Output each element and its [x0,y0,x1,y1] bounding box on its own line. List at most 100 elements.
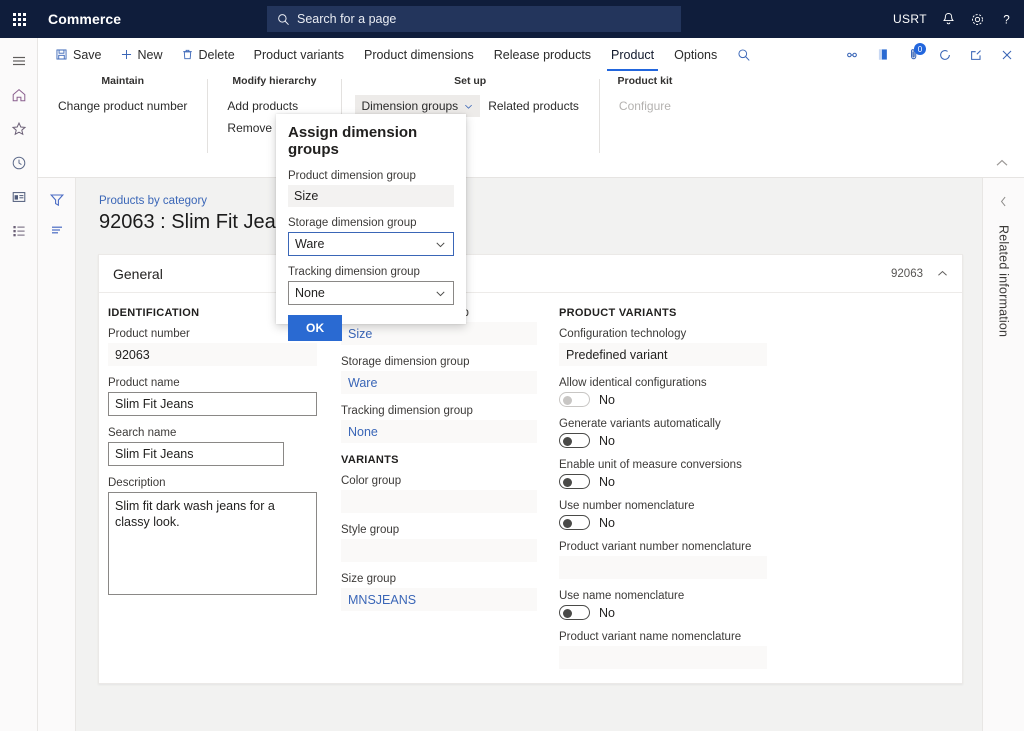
assign-dimension-groups-dialog: Assign dimension groups Product dimensio… [276,114,466,324]
use-number-nomenclature-toggle[interactable] [559,515,590,530]
chevron-left-icon[interactable] [998,195,1009,213]
save-button[interactable]: Save [46,38,111,71]
product-name-input[interactable] [108,392,317,416]
link-icon[interactable] [845,48,859,62]
enable-unit-of-measure-conversions-label: Enable unit of measure conversions [559,459,767,471]
brand-title: Commerce [48,11,121,27]
generate-variants-automatically-toggle[interactable] [559,433,590,448]
app-root: Commerce Search for a page USRT ? [0,0,1024,731]
tab-label: Product dimensions [364,48,474,62]
help-icon[interactable]: ? [999,12,1014,27]
use-name-nomenclature-label: Use name nomenclature [559,590,767,602]
list-view-icon[interactable] [49,222,65,238]
dialog-storage-dimension-group-select[interactable]: Ware [288,232,454,256]
dialog-ok-button[interactable]: OK [288,315,342,341]
allow-identical-configurations-toggle [559,392,590,407]
description-label: Description [108,477,317,489]
search-name-input[interactable] [108,442,284,466]
description-textarea[interactable] [108,492,317,595]
action-pane-search-button[interactable] [727,38,761,71]
variants-section-title: VARIANTS [341,454,537,466]
color-group-value[interactable] [341,490,537,513]
filter-rail [38,178,76,731]
group-title: Maintain [52,75,193,87]
action-pane-right-icons: 0 [845,38,1014,71]
color-group-field: Color group [341,475,537,513]
favorites-star-icon[interactable] [0,112,38,146]
use-name-nomenclature-toggle[interactable] [559,605,590,620]
chevron-down-icon [434,287,447,300]
page-title: 92063 : Slim Fit Jeans [99,211,982,234]
trash-icon [181,48,194,61]
chevron-down-icon [463,101,474,112]
product-number-label: Product number [108,328,317,340]
product-variant-number-nomenclature-field: Product variant number nomenclature [559,541,767,579]
use-number-nomenclature-label: Use number nomenclature [559,500,767,512]
recent-clock-icon[interactable] [0,146,38,180]
company-selector[interactable]: USRT [893,12,927,26]
app-launcher-icon[interactable] [0,0,38,38]
product-variants-section-title: PRODUCT VARIANTS [559,307,767,319]
style-group-value[interactable] [341,539,537,562]
allow-identical-configurations-label: Allow identical configurations [559,377,767,389]
enable-unit-of-measure-conversions-field: Enable unit of measure conversions No [559,459,767,489]
notifications-icon[interactable] [941,12,956,27]
storage-dimension-group-value[interactable]: Ware [341,371,537,394]
tab-product-dimensions[interactable]: Product dimensions [354,38,484,71]
configure-button: Configure [613,95,677,117]
size-group-value[interactable]: MNSJEANS [341,588,537,611]
modules-list-icon[interactable] [0,214,38,248]
attachment-count-badge: 0 [914,43,926,55]
dialog-tracking-dimension-group-select[interactable]: None [288,281,454,305]
tracking-dimension-group-value[interactable]: None [341,420,537,443]
breadcrumb[interactable]: Products by category [99,195,982,207]
home-icon[interactable] [0,78,38,112]
general-columns: IDENTIFICATION Product number 92063 Prod… [99,293,962,680]
save-icon [55,48,68,61]
tab-options[interactable]: Options [664,38,727,71]
dialog-storage-dimension-group-label: Storage dimension group [288,217,454,229]
new-button[interactable]: New [111,38,172,71]
new-label: New [138,48,163,62]
filter-icon[interactable] [49,192,65,208]
search-icon [277,13,290,26]
attachment-icon[interactable]: 0 [907,47,921,62]
close-icon[interactable] [1000,48,1014,62]
workspaces-icon[interactable] [0,180,38,214]
hamburger-menu-icon[interactable] [0,44,38,78]
related-information-label[interactable]: Related information [997,225,1011,337]
collapse-action-pane-button[interactable] [994,155,1010,173]
global-search-input[interactable]: Search for a page [267,6,681,32]
top-navigation-bar: Commerce Search for a page USRT ? [0,0,1024,38]
chevron-up-icon[interactable] [936,265,949,283]
dialog-tracking-dimension-group-value: None [295,286,325,300]
settings-icon[interactable] [970,12,985,27]
product-number-field: Product number 92063 [108,328,317,366]
search-name-field: Search name [108,427,317,466]
dialog-product-dimension-group-label: Product dimension group [288,170,454,182]
save-label: Save [73,48,102,62]
action-pane: Save New Delete Product variants Product… [38,38,1024,178]
group-title: Set up [355,75,584,87]
tab-label: Product [611,48,654,62]
tab-product-variants[interactable]: Product variants [244,38,354,71]
tab-release-products[interactable]: Release products [484,38,601,71]
delete-button[interactable]: Delete [172,38,244,71]
tracking-dimension-group-field: Tracking dimension group None [341,405,537,443]
allow-identical-configurations-field: Allow identical configurations No [559,377,767,407]
product-name-field: Product name [108,377,317,416]
popout-icon[interactable] [969,48,983,62]
tab-product[interactable]: Product [601,38,664,71]
dialog-tracking-dimension-group-label: Tracking dimension group [288,266,454,278]
dialog-product-dimension-group-value: Size [288,185,454,207]
enable-unit-of-measure-conversions-toggle[interactable] [559,474,590,489]
global-search-placeholder: Search for a page [297,12,396,26]
office-icon[interactable] [876,47,890,62]
related-products-button[interactable]: Related products [482,95,585,117]
refresh-icon[interactable] [938,48,952,62]
left-navigation-rail [0,38,38,731]
content-area: Products by category 92063 : Slim Fit Je… [76,178,982,731]
style-group-field: Style group [341,524,537,562]
change-product-number-button[interactable]: Change product number [52,95,193,117]
general-fasttab-header[interactable]: General 92063 [99,255,962,293]
